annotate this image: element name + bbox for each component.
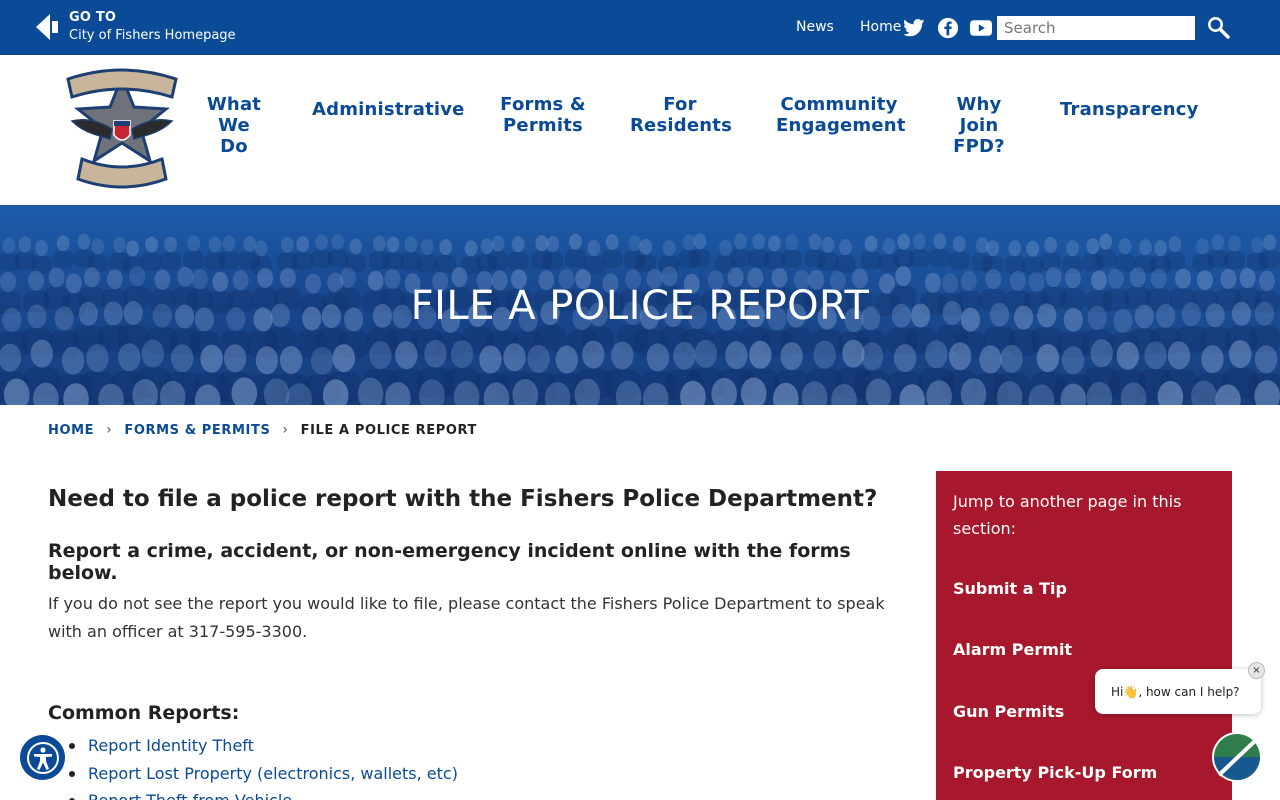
nav-label: Forms & Permits bbox=[500, 94, 586, 136]
chat-greeting-post: , how can I help? bbox=[1138, 684, 1240, 699]
report-identity-theft-link[interactable]: Report Identity Theft bbox=[88, 736, 254, 755]
chevron-right-icon: › bbox=[282, 422, 289, 438]
breadcrumb: HOME › FORMS & PERMITS › FILE A POLICE R… bbox=[48, 422, 477, 438]
goto-city-homepage-link[interactable]: GO TO City of Fishers Homepage bbox=[36, 9, 236, 45]
common-reports-list: Report Identity Theft Report Lost Proper… bbox=[66, 732, 908, 800]
site-header: What We Do Administrative Forms & Permit… bbox=[0, 55, 1280, 205]
sidebar-intro: Jump to another page in this section: bbox=[953, 492, 1182, 538]
report-theft-from-vehicle-link[interactable]: Report Theft from Vehicle bbox=[88, 791, 292, 800]
main-content: Need to file a police report with the Fi… bbox=[48, 486, 908, 800]
youtube-icon[interactable] bbox=[970, 17, 992, 39]
list-item: Report Lost Property (electronics, walle… bbox=[66, 760, 908, 788]
breadcrumb-forms-permits[interactable]: FORMS & PERMITS bbox=[124, 423, 270, 438]
breadcrumb-home[interactable]: HOME bbox=[48, 423, 94, 438]
sidebar-link-gun-permits[interactable]: Gun Permits bbox=[953, 702, 1064, 721]
list-item: Report Theft from Vehicle bbox=[66, 787, 908, 800]
search-icon[interactable] bbox=[1206, 15, 1232, 41]
chat-close-icon[interactable]: × bbox=[1248, 662, 1265, 679]
back-arrow-stem bbox=[52, 21, 58, 33]
fishers-police-logo[interactable] bbox=[64, 63, 180, 193]
news-link[interactable]: News bbox=[796, 19, 834, 35]
nav-for-residents[interactable]: For Residents bbox=[630, 94, 732, 136]
nav-label: For Residents bbox=[630, 94, 732, 136]
main-heading: Need to file a police report with the Fi… bbox=[48, 486, 878, 512]
search-input[interactable] bbox=[997, 16, 1195, 40]
breadcrumb-current: FILE A POLICE REPORT bbox=[300, 422, 478, 438]
chat-launcher-icon[interactable] bbox=[1211, 731, 1263, 783]
section-sidebar: Jump to another page in this section: Su… bbox=[936, 471, 1232, 800]
home-link[interactable]: Home bbox=[860, 19, 901, 35]
nav-label: Community Engagement bbox=[776, 94, 906, 136]
sub-heading: Report a crime, accident, or non-emergen… bbox=[48, 540, 851, 584]
common-reports-heading: Common Reports: bbox=[48, 702, 240, 724]
nav-label: Administrative bbox=[312, 99, 465, 120]
facebook-icon[interactable] bbox=[937, 17, 959, 39]
chat-greeting-pre: Hi bbox=[1111, 684, 1124, 699]
nav-why-join-fpd[interactable]: Why Join FPD? bbox=[950, 94, 1008, 157]
nav-administrative[interactable]: Administrative bbox=[312, 99, 464, 120]
accessibility-icon[interactable] bbox=[20, 735, 65, 780]
top-utility-bar: GO TO City of Fishers Homepage News Home bbox=[0, 0, 1280, 55]
page-title: FILE A POLICE REPORT bbox=[410, 283, 870, 329]
twitter-icon[interactable] bbox=[903, 17, 925, 39]
nav-forms-permits[interactable]: Forms & Permits bbox=[500, 94, 586, 136]
nav-label: Why Join FPD? bbox=[953, 94, 1005, 157]
nav-label: Transparency bbox=[1060, 99, 1199, 120]
back-arrow-icon bbox=[36, 14, 50, 40]
goto-destination: City of Fishers Homepage bbox=[69, 28, 236, 43]
sidebar-link-property-pickup[interactable]: Property Pick-Up Form bbox=[953, 763, 1157, 782]
goto-label: GO TO bbox=[69, 10, 117, 25]
sidebar-link-submit-tip[interactable]: Submit a Tip bbox=[953, 579, 1067, 598]
nav-label: What We Do bbox=[206, 94, 262, 157]
bullet bbox=[69, 770, 75, 777]
contact-paragraph: If you do not see the report you would l… bbox=[48, 594, 885, 641]
bullet bbox=[69, 743, 75, 749]
list-item: Report Identity Theft bbox=[66, 732, 908, 760]
nav-what-we-do[interactable]: What We Do bbox=[204, 94, 264, 157]
report-lost-property-link[interactable]: Report Lost Property (electronics, walle… bbox=[88, 764, 458, 783]
nav-community-engagement[interactable]: Community Engagement bbox=[776, 94, 905, 136]
chat-greeting-bubble[interactable]: Hi 👋, how can I help? bbox=[1095, 669, 1261, 714]
sidebar-link-alarm-permit[interactable]: Alarm Permit bbox=[953, 640, 1072, 659]
chevron-right-icon: › bbox=[106, 422, 113, 438]
nav-transparency[interactable]: Transparency bbox=[1060, 99, 1198, 120]
wave-emoji-icon: 👋 bbox=[1123, 684, 1139, 699]
hero-banner: FILE A POLICE REPORT bbox=[0, 205, 1280, 405]
